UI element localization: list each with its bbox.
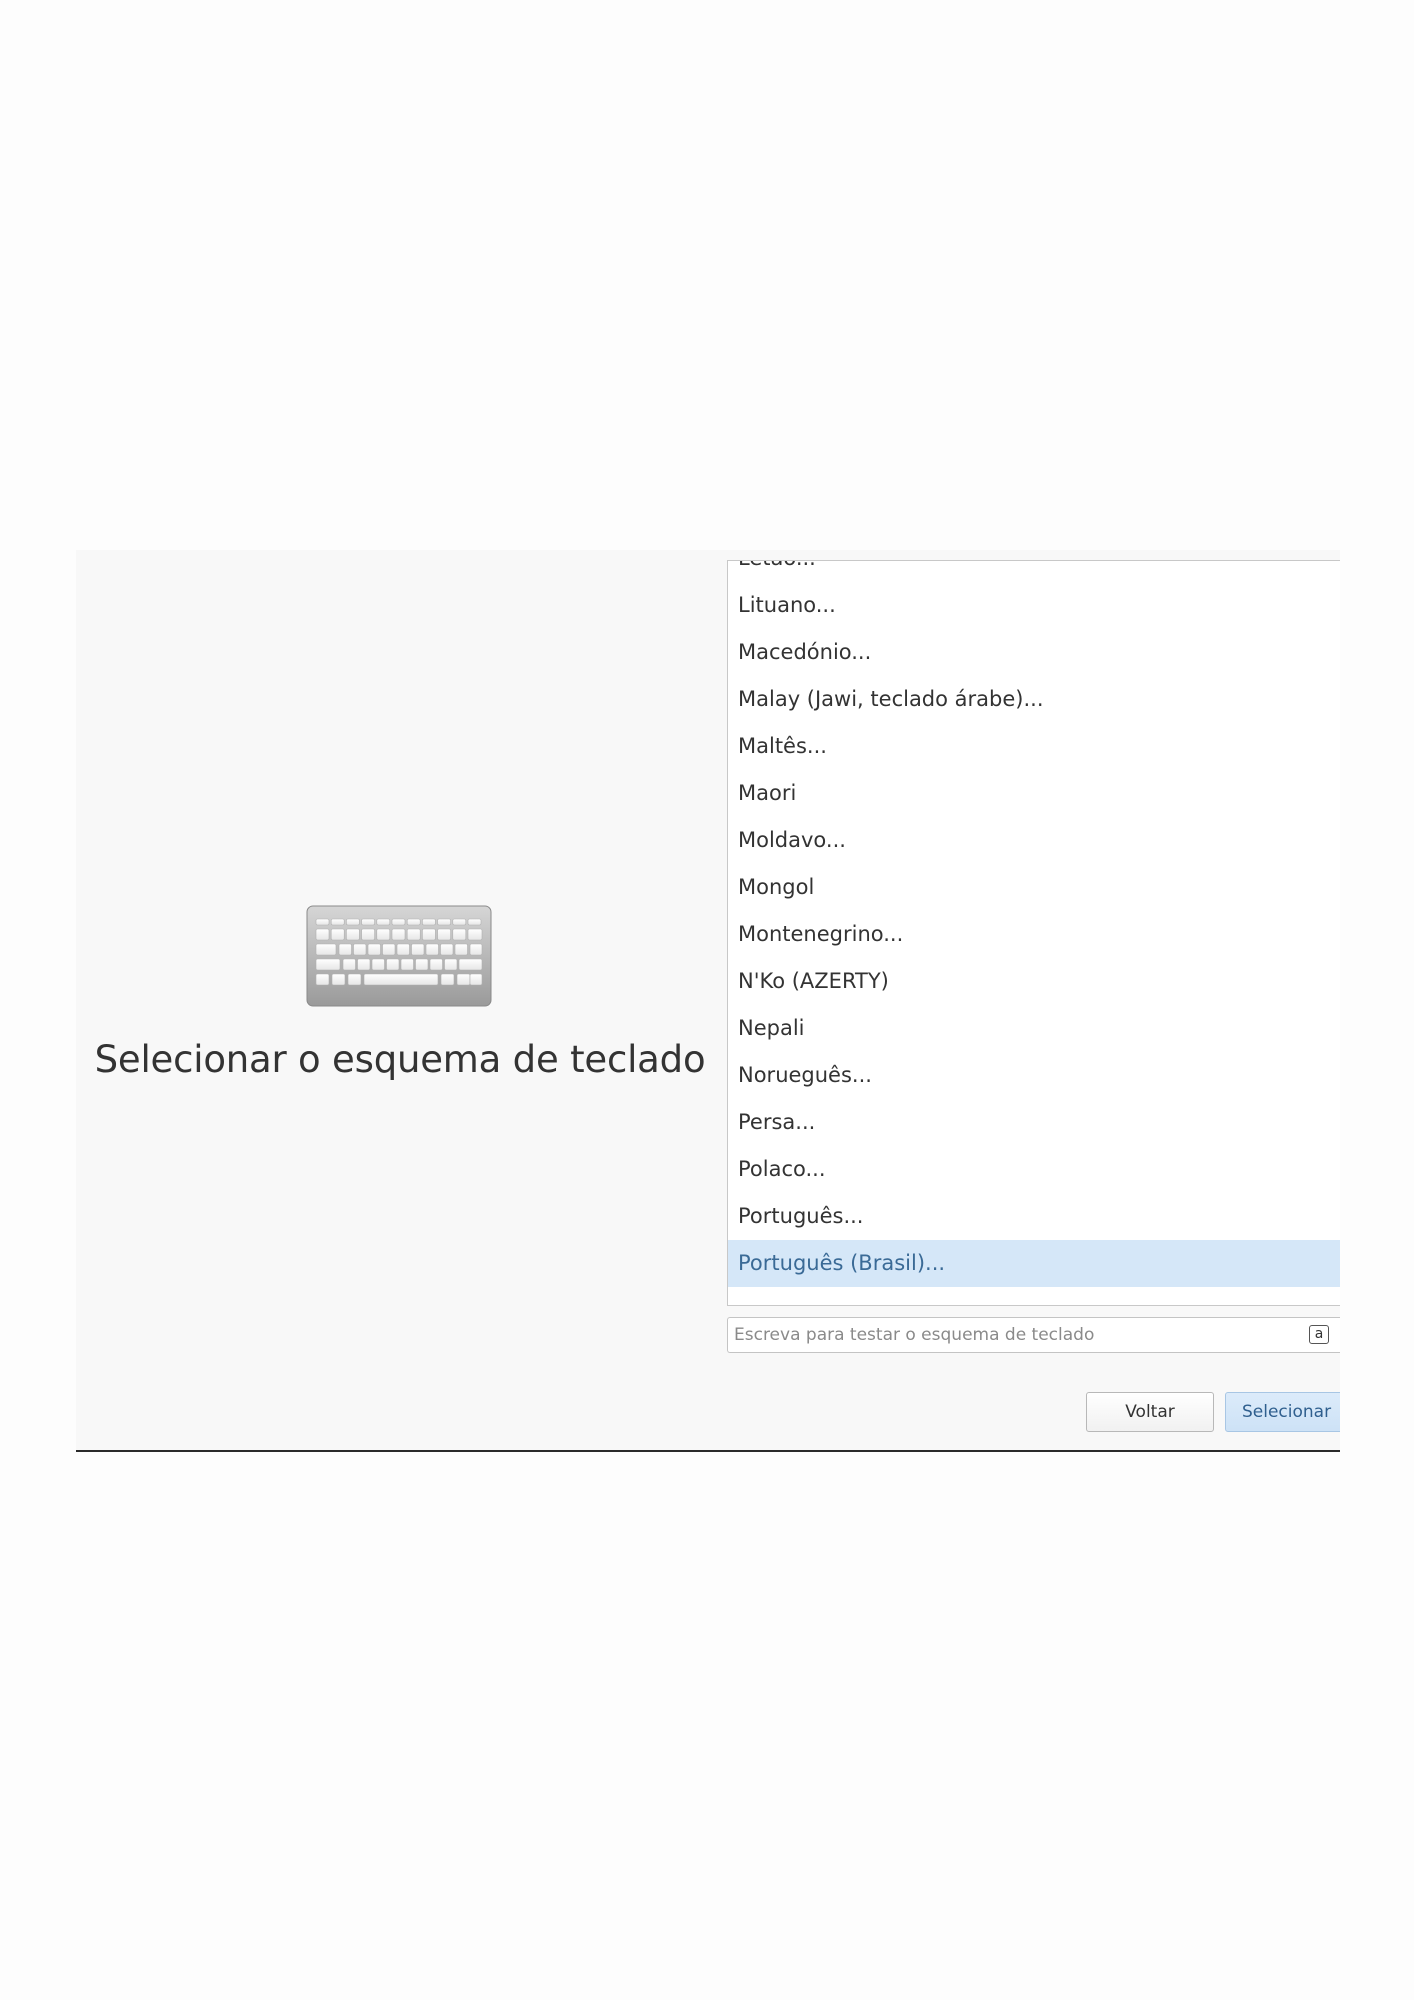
back-button[interactable]: Voltar [1086, 1392, 1214, 1432]
layout-indicator-icon[interactable]: a [1309, 1325, 1329, 1344]
keyboard-layout-dialog: Selecionar o esquema de teclado Letão...… [76, 550, 1340, 1452]
keyboard-icon [306, 905, 492, 1007]
list-item[interactable]: Letão... [728, 561, 1340, 582]
page-title: Selecionar o esquema de teclado [94, 1038, 706, 1081]
list-item[interactable]: Mongol [728, 864, 1340, 911]
keyboard-layout-list[interactable]: Letão...Lituano...Macedónio...Malay (Jaw… [727, 560, 1340, 1306]
list-item[interactable]: Malay (Jawi, teclado árabe)... [728, 676, 1340, 723]
select-button[interactable]: Selecionar [1225, 1392, 1340, 1432]
test-layout-input[interactable] [734, 1318, 1294, 1352]
list-item[interactable]: N'Ko (AZERTY) [728, 958, 1340, 1005]
list-item[interactable]: Montenegrino... [728, 911, 1340, 958]
list-item[interactable]: Persa... [728, 1099, 1340, 1146]
list-item[interactable]: Português (Brasil)... [728, 1240, 1340, 1287]
test-field-container: a [727, 1317, 1340, 1353]
header-pane: Selecionar o esquema de teclado [76, 550, 716, 1450]
layout-list-content: Letão...Lituano...Macedónio...Malay (Jaw… [728, 561, 1340, 1287]
list-item[interactable]: Lituano... [728, 582, 1340, 629]
list-item[interactable]: Polaco... [728, 1146, 1340, 1193]
list-item[interactable]: Macedónio... [728, 629, 1340, 676]
list-item[interactable]: Maltês... [728, 723, 1340, 770]
list-item[interactable]: Maori [728, 770, 1340, 817]
list-item[interactable]: Norueguês... [728, 1052, 1340, 1099]
list-item[interactable]: Português... [728, 1193, 1340, 1240]
page: Selecionar o esquema de teclado Letão...… [0, 0, 1414, 2000]
list-item[interactable]: Moldavo... [728, 817, 1340, 864]
list-item[interactable]: Nepali [728, 1005, 1340, 1052]
